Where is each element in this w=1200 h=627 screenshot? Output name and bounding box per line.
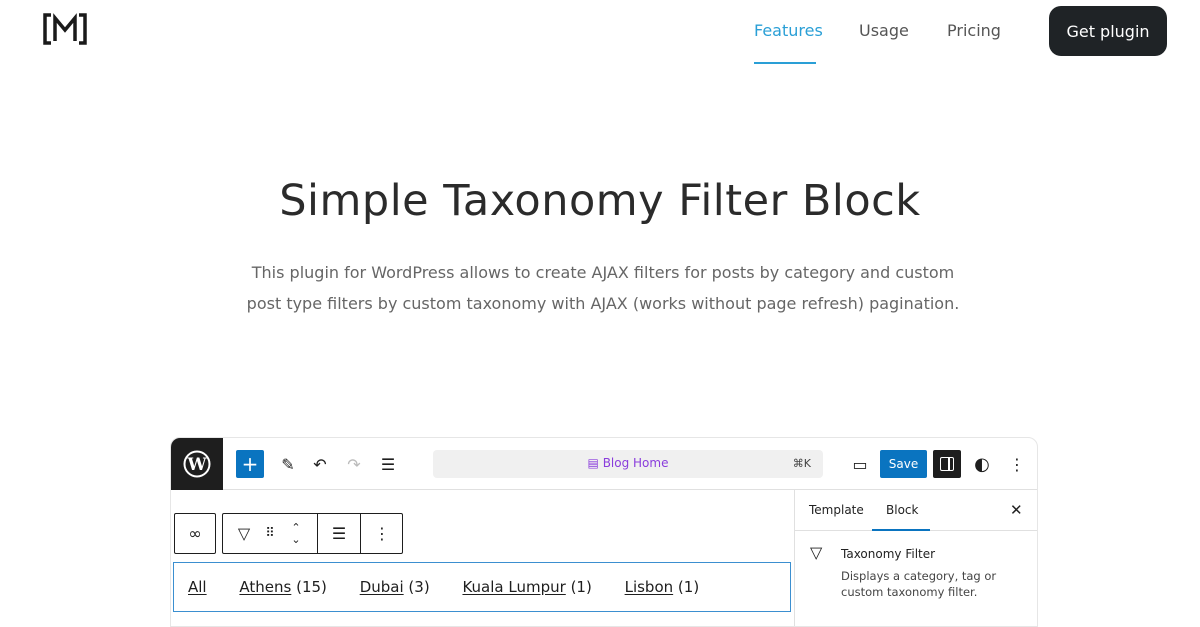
command-palette[interactable]: ▤ Blog Home ⌘K: [433, 450, 823, 478]
filter-icon[interactable]: ▽: [227, 514, 261, 553]
styles-icon[interactable]: ◐: [968, 450, 996, 478]
active-tab-indicator: [872, 529, 930, 531]
close-icon[interactable]: ✕: [1010, 501, 1023, 519]
add-block-button[interactable]: +: [236, 450, 264, 478]
options-menu-icon[interactable]: ⋮: [1003, 450, 1031, 478]
top-nav: Features Usage Pricing Get plugin: [0, 0, 1200, 64]
tab-template[interactable]: Template: [809, 503, 864, 517]
settings-sidebar: Template Block ✕ ▽ Taxonomy Filter Displ…: [794, 490, 1037, 626]
shortcut-hint: ⌘K: [792, 457, 811, 470]
filter-item[interactable]: Lisbon (1): [625, 578, 714, 596]
nav-usage[interactable]: Usage: [859, 21, 909, 40]
undo-icon[interactable]: ↶: [306, 450, 334, 478]
editor-screenshot: W + ✎ ↶ ↷ ☰ ▤ Blog Home ⌘K ▭ Save ◐ ⋮ ∞ …: [170, 437, 1038, 627]
taxonomy-filter-block[interactable]: All Athens (15) Dubai (3) Kuala Lumpur (…: [173, 562, 791, 612]
block-description: Displays a category, tag or custom taxon…: [841, 569, 997, 599]
template-title: Blog Home: [602, 456, 669, 470]
list-view-icon[interactable]: ☰: [374, 450, 402, 478]
svg-text:W: W: [186, 455, 207, 475]
move-up-down-icon[interactable]: ⌃ ⌄: [285, 514, 307, 553]
nav-pricing[interactable]: Pricing: [947, 21, 1001, 40]
tab-block[interactable]: Block: [886, 503, 918, 517]
link-icon: ∞: [188, 524, 202, 543]
align-icon[interactable]: ☰: [318, 514, 360, 553]
drag-handle-icon[interactable]: ⠿: [259, 514, 281, 553]
get-plugin-button[interactable]: Get plugin: [1049, 6, 1167, 56]
nav-features[interactable]: Features: [754, 21, 823, 40]
device-preview-icon[interactable]: ▭: [846, 450, 874, 478]
settings-panel-toggle[interactable]: [933, 450, 961, 478]
active-nav-underline: [754, 62, 816, 64]
filter-item[interactable]: Dubai (3): [360, 578, 444, 596]
pencil-icon[interactable]: ✎: [274, 450, 302, 478]
editor-toolbar: W + ✎ ↶ ↷ ☰ ▤ Blog Home ⌘K ▭ Save ◐ ⋮: [171, 438, 1037, 490]
template-icon: ▤: [587, 456, 603, 470]
link-button[interactable]: ∞: [174, 513, 216, 554]
filter-item[interactable]: All: [188, 578, 225, 596]
filter-item[interactable]: Athens (15): [239, 578, 341, 596]
hero-description: This plugin for WordPress allows to crea…: [246, 263, 960, 313]
wordpress-logo-icon[interactable]: W: [171, 438, 223, 490]
filter-icon: ▽: [810, 543, 823, 562]
redo-icon[interactable]: ↷: [340, 450, 368, 478]
more-options-icon[interactable]: ⋮: [361, 514, 403, 553]
block-toolbar: ▽ ⠿ ⌃ ⌄ ☰ ⋮: [222, 513, 403, 554]
page-title: Simple Taxonomy Filter Block: [279, 176, 921, 226]
block-name: Taxonomy Filter: [841, 547, 936, 561]
save-button[interactable]: Save: [880, 450, 927, 478]
filter-item[interactable]: Kuala Lumpur (1): [462, 578, 605, 596]
